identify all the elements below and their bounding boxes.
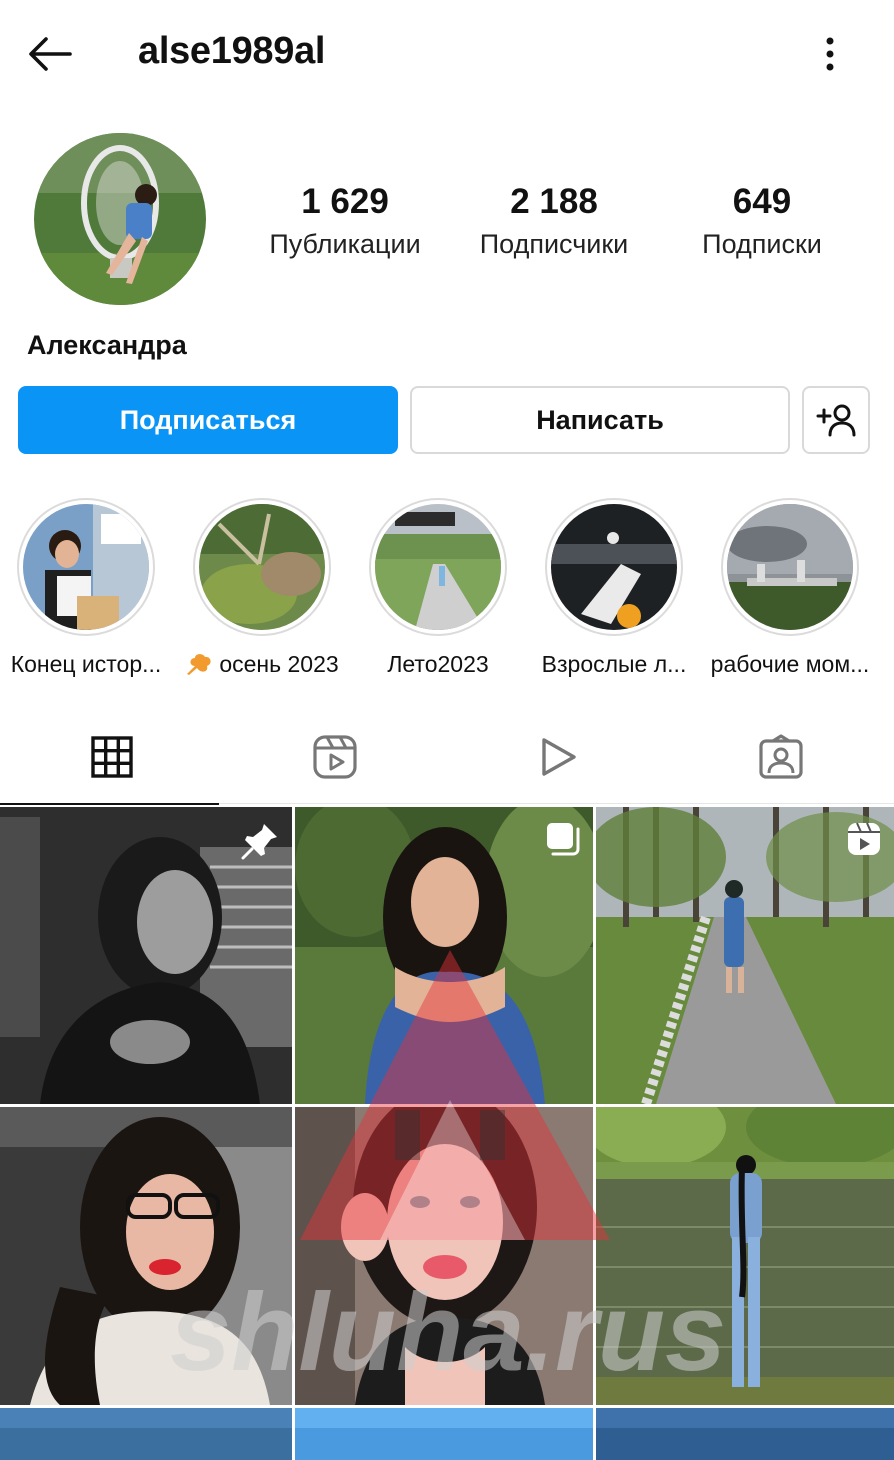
posts-grid [0, 807, 894, 1460]
highlight-cover [23, 504, 149, 630]
stat-following-label: Подписки [702, 229, 822, 259]
stat-posts[interactable]: 1 629 Публикации [255, 180, 435, 264]
arrow-left-icon [29, 37, 72, 71]
stat-following-value: 649 [732, 182, 792, 221]
highlight-cover [199, 504, 325, 630]
message-button[interactable]: Написать [410, 386, 790, 454]
tab-reels[interactable] [223, 710, 446, 804]
highlight-ring [17, 498, 155, 636]
stat-posts-value: 1 629 [301, 182, 389, 221]
post-thumbnail[interactable] [596, 1107, 894, 1405]
story-highlight[interactable]: Лето2023 [352, 498, 524, 678]
stat-followers[interactable]: 2 188 Подписчики [464, 180, 644, 264]
follow-button[interactable]: Подписаться [18, 386, 398, 454]
story-highlight[interactable]: осень 2023 [176, 498, 348, 678]
highlight-label: осень 2023 [176, 650, 348, 678]
post-thumbnail[interactable] [596, 807, 894, 1104]
reels-icon [312, 735, 357, 779]
stat-following[interactable]: 649 Подписки [672, 180, 852, 264]
back-button[interactable] [24, 30, 76, 78]
carousel-icon [547, 823, 580, 856]
post-thumbnail[interactable] [0, 1408, 292, 1460]
highlight-label: Конец истор... [10, 651, 162, 677]
pin-icon [241, 824, 277, 860]
add-user-icon [816, 404, 856, 437]
highlight-ring [369, 498, 507, 636]
tab-grid[interactable] [0, 710, 223, 805]
highlight-label-text: осень 2023 [219, 651, 339, 677]
highlight-cover [551, 504, 677, 630]
highlight-label: рабочие мом... [710, 651, 870, 677]
tab-videos[interactable] [446, 710, 669, 804]
story-highlight[interactable]: рабочие мом... [704, 498, 876, 678]
grid-icon [90, 736, 133, 778]
highlight-ring [193, 498, 331, 636]
story-highlight[interactable]: Конец истор... [0, 498, 172, 678]
highlight-ring [721, 498, 859, 636]
post-thumbnail[interactable] [295, 807, 593, 1104]
maple-leaf-icon [187, 654, 211, 675]
tagged-user-icon [758, 734, 803, 779]
story-highlight[interactable]: Взрослые л... [528, 498, 700, 678]
profile-tabs [0, 710, 894, 805]
profile-full-name: Александра [27, 330, 187, 360]
highlight-cover [727, 504, 853, 630]
play-icon [541, 738, 576, 776]
stat-followers-value: 2 188 [510, 182, 598, 221]
top-bar: alse1989al [0, 0, 894, 105]
profile-username: alse1989al [138, 30, 326, 72]
stat-posts-label: Публикации [269, 229, 421, 259]
highlight-cover [375, 504, 501, 630]
highlight-label: Взрослые л... [541, 651, 687, 677]
post-thumbnail[interactable] [295, 1408, 593, 1460]
more-vertical-icon [826, 37, 834, 71]
reel-icon [848, 822, 880, 855]
post-thumbnail[interactable] [0, 807, 292, 1104]
post-thumbnail[interactable] [0, 1107, 292, 1405]
highlight-label: Лето2023 [387, 651, 489, 677]
add-user-button[interactable] [802, 386, 870, 454]
profile-avatar[interactable] [34, 133, 206, 305]
highlight-ring [545, 498, 683, 636]
more-options-button[interactable] [806, 30, 854, 78]
stat-followers-label: Подписчики [479, 229, 629, 259]
post-thumbnail[interactable] [295, 1107, 593, 1405]
tab-tagged[interactable] [669, 710, 892, 804]
post-thumbnail[interactable] [596, 1408, 894, 1460]
